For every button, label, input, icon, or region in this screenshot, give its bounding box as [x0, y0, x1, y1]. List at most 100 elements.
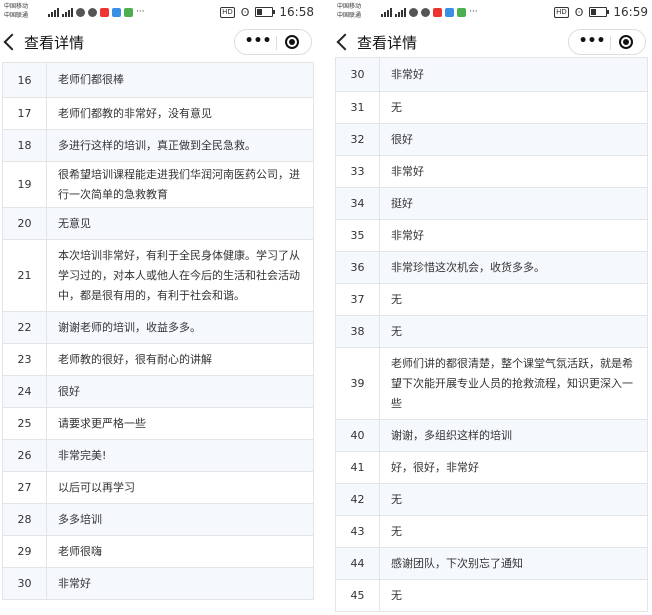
feedback-text: 谢谢老师的培训，收益多多。 [58, 320, 201, 334]
feedback-text: 老师们都很棒 [58, 73, 124, 86]
feedback-text: 感谢团队，下次别忘了通知 [391, 556, 523, 570]
table-row: 23 老师教的很好，很有耐心的讲解 [3, 343, 313, 375]
table-row: 36 非常珍惜这次机会，收货多多。 [336, 251, 647, 283]
row-number: 43 [336, 516, 380, 547]
feedback-text: 很好 [391, 132, 413, 146]
feedback-table: 16 老师们都很棒 17 老师们都教的非常好，没有意见 18 多进行这样的培训，真正做到全… [2, 62, 314, 600]
notification-icon-2 [421, 7, 430, 17]
row-number: 31 [336, 92, 380, 123]
row-number: 33 [336, 156, 380, 187]
hd-icon: HD [554, 6, 569, 18]
table-row: 26 非常完美! [3, 439, 313, 471]
more-menu-button[interactable]: ••• [577, 33, 607, 49]
table-row: 31 无 [336, 91, 647, 123]
app-icon-blue [445, 7, 454, 17]
feedback-text: 老师很嗨 [58, 544, 102, 558]
carrier-labels: 中国移动 中国联通 [337, 2, 361, 20]
table-row: 32 很好 [336, 123, 647, 155]
page-title: 查看详情 [24, 34, 85, 52]
signal-icon-2 [62, 7, 73, 17]
notification-icon [409, 7, 418, 17]
row-number: 17 [3, 98, 47, 129]
feedback-text: 多多培训 [58, 512, 102, 526]
status-right: HD ʘ 16:58 [220, 5, 314, 19]
feedback-text: 以后可以再学习 [58, 480, 135, 494]
table-row: 33 非常好 [336, 155, 647, 187]
table-row: 25 请要求更严格一些 [3, 407, 313, 439]
table-row: 29 老师很嗨 [3, 535, 313, 567]
feedback-text: 无 [391, 324, 402, 338]
status-icons: ··· [48, 6, 145, 18]
table-row: 40 谢谢，多组织这样的培训 [336, 419, 647, 451]
back-arrow-icon[interactable] [336, 33, 354, 51]
carrier-labels: 中国移动 中国联通 [4, 2, 28, 20]
capsule-divider [610, 36, 611, 50]
carrier-2: 中国联通 [4, 12, 29, 19]
feedback-text: 老师们讲的都很清楚，整个课堂气氛活跃，就是希望下次能开展专业人员的抢救流程，知识… [391, 356, 633, 410]
row-number: 35 [336, 220, 380, 251]
row-number: 24 [3, 376, 47, 407]
row-number: 20 [3, 208, 47, 239]
signal-icon-2 [395, 7, 406, 17]
row-number: 44 [336, 548, 380, 579]
feedback-table: 30 非常好 31 无 32 很好 33 非常好 34 挺好 35 非常好 36 非常珍惜这次机会，收货多… [335, 57, 648, 612]
row-number: 23 [3, 344, 47, 375]
table-row: 20 无意见 [3, 207, 313, 239]
table-row: 21 本次培训非常好，有利于全民身体健康。学习了从学习过的，对本人或他人在今后的生… [3, 239, 313, 311]
feedback-text: 本次培训非常好，有利于全民身体健康。学习了从学习过的，对本人或他人在今后的生活和… [58, 248, 300, 302]
signal-icon [381, 7, 392, 17]
nav-bar: 查看详情 ••• [0, 26, 318, 62]
row-number: 26 [3, 440, 47, 471]
table-row: 37 无 [336, 283, 647, 315]
notification-icon [76, 7, 85, 17]
page-title: 查看详情 [357, 34, 418, 52]
feedback-text: 老师教的很好，很有耐心的讲解 [58, 352, 212, 366]
close-circle-icon[interactable] [285, 35, 299, 49]
carrier-2: 中国联通 [337, 12, 362, 19]
feedback-text: 非常好 [391, 164, 424, 178]
feedback-text: 无意见 [58, 216, 91, 230]
miniprogram-capsule: ••• [234, 29, 312, 55]
status-time: 16:58 [279, 5, 314, 19]
battery-icon [589, 7, 610, 17]
table-row: 43 无 [336, 515, 647, 547]
feedback-text: 很好 [58, 384, 80, 398]
row-number: 41 [336, 452, 380, 483]
feedback-text: 无 [391, 524, 402, 538]
table-row: 30 非常好 [336, 57, 647, 91]
back-arrow-icon[interactable] [3, 33, 21, 51]
right-phone-screen: 中国移动 中国联通 ··· HD ʘ 16:59 查看详情 ••• 30 非常好 [333, 0, 652, 615]
status-bar: 中国移动 中国联通 ··· HD ʘ 16:59 [333, 0, 652, 26]
row-number: 30 [336, 58, 380, 91]
vibrate-icon: ʘ [574, 5, 584, 19]
table-row: 28 多多培训 [3, 503, 313, 535]
app-icon-green [124, 7, 133, 17]
more-notifications-icon: ··· [469, 7, 478, 17]
table-row: 27 以后可以再学习 [3, 471, 313, 503]
app-icon-red [433, 7, 442, 17]
table-row: 19 很希望培训课程能走进我们华润河南医药公司，进行一次简单的急救教育 [3, 161, 313, 207]
table-row: 17 老师们都教的非常好，没有意见 [3, 97, 313, 129]
row-number: 18 [3, 130, 47, 161]
row-number: 29 [3, 536, 47, 567]
table-row: 18 多进行这样的培训，真正做到全民急救。 [3, 129, 313, 161]
status-right: HD ʘ 16:59 [554, 5, 648, 19]
feedback-text: 无 [391, 588, 402, 602]
table-row: 42 无 [336, 483, 647, 515]
table-row: 45 无 [336, 579, 647, 611]
feedback-text: 很希望培训课程能走进我们华润河南医药公司，进行一次简单的急救教育 [58, 167, 300, 201]
battery-icon [255, 7, 276, 17]
close-circle-icon[interactable] [619, 35, 633, 49]
table-row: 22 谢谢老师的培训，收益多多。 [3, 311, 313, 343]
table-row: 30 非常好 [3, 567, 313, 599]
panel-divider [318, 0, 333, 615]
row-number: 28 [3, 504, 47, 535]
feedback-text: 无 [391, 292, 402, 306]
more-menu-button[interactable]: ••• [243, 33, 273, 49]
table-row: 35 非常好 [336, 219, 647, 251]
row-number: 25 [3, 408, 47, 439]
left-phone-screen: 中国移动 中国联通 ··· HD ʘ 16:58 查看详情 ••• 16老师们 [0, 0, 318, 615]
row-number: 34 [336, 188, 380, 219]
feedback-text: 无 [391, 100, 402, 114]
row-number: 38 [336, 316, 380, 347]
